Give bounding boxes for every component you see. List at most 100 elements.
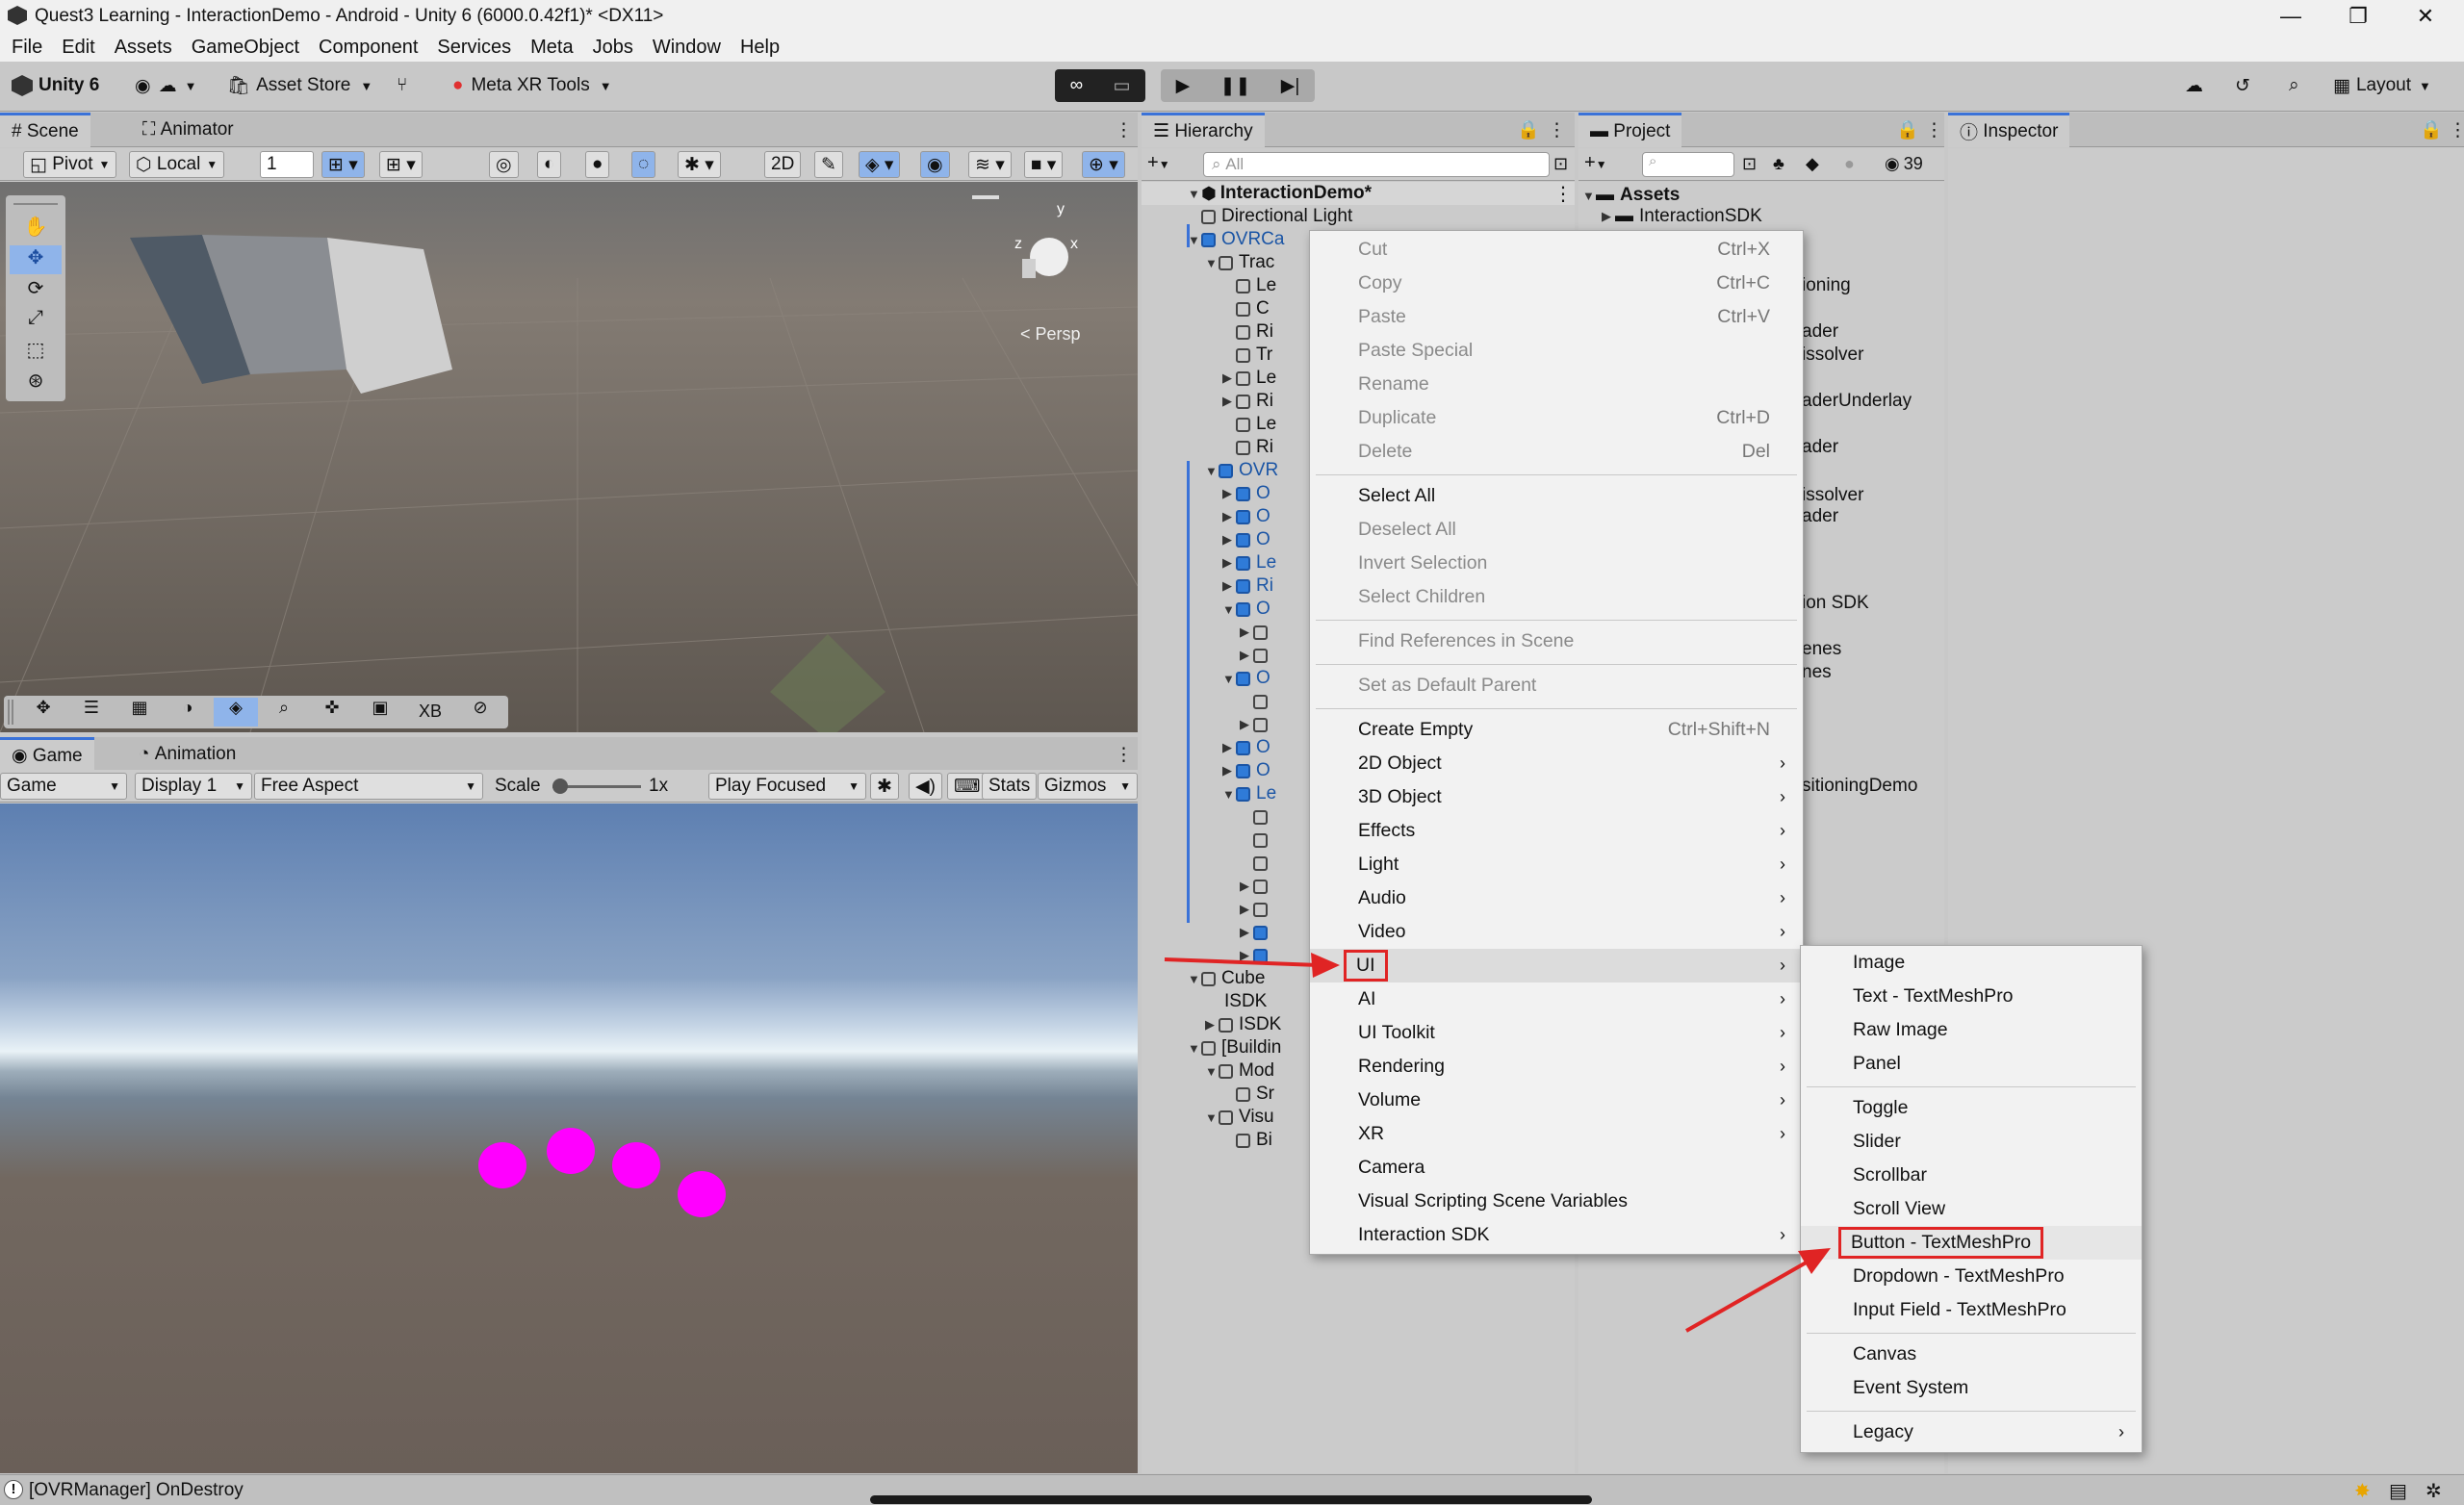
account-dropdown[interactable]: ◉ ☁ ▼	[135, 69, 196, 102]
menu-item-paste[interactable]: Paste Ctrl+V	[1310, 300, 1803, 334]
project-item[interactable]: aderUnderlay	[1802, 390, 1912, 413]
layout-dropdown[interactable]: ▦ Layout ▼	[2333, 69, 2431, 102]
expand-right-icon[interactable]: ▶	[1240, 717, 1253, 732]
hierarchy-item[interactable]: ISDK	[1205, 990, 1267, 1013]
hierarchy-item[interactable]: ▶ Ri	[1222, 390, 1273, 413]
rotate-tool-button[interactable]: ⟳	[10, 276, 62, 305]
hierarchy-item[interactable]: Ri	[1222, 320, 1273, 344]
menu-item-cut[interactable]: Cut Ctrl+X	[1310, 233, 1803, 267]
hierarchy-search-input[interactable]: ⌕ All	[1203, 152, 1550, 177]
menu-item-create-empty[interactable]: Create Empty Ctrl+Shift+N	[1310, 713, 1803, 747]
project-item[interactable]: issolver	[1802, 484, 1863, 507]
scene-menu-button[interactable]: ⋮	[1553, 182, 1573, 206]
create-button[interactable]: +▼	[1147, 152, 1170, 174]
scene-orientation-gizmo[interactable]: y z x	[1001, 201, 1116, 307]
overlay-grip[interactable]	[8, 700, 13, 725]
hierarchy-item[interactable]	[1240, 805, 1273, 829]
project-item[interactable]: ader	[1802, 320, 1838, 344]
pivot-dropdown[interactable]: ◱ Pivot ▼	[23, 151, 117, 178]
display-dropdown[interactable]: Display 1 ▼	[135, 773, 252, 800]
game-menu-button[interactable]: ⋮	[1103, 737, 1144, 772]
menu-item-xr[interactable]: XR ›	[1310, 1117, 1803, 1151]
assets-root-row[interactable]: ▼ ▬ Assets	[1582, 184, 1680, 207]
scene-root-row[interactable]: ▼ ⬢ InteractionDemo*	[1188, 182, 1372, 205]
version-control-button[interactable]: ⑂	[397, 69, 407, 102]
hierarchy-item[interactable]: Ri	[1222, 436, 1273, 459]
meta-xr-tools-dropdown[interactable]: ● Meta XR Tools ▼	[452, 69, 612, 102]
cache-server-icon[interactable]: ▤	[2389, 1479, 2407, 1503]
hand-tool-button[interactable]: ✋	[10, 215, 62, 243]
menu-item-video[interactable]: Video ›	[1310, 915, 1803, 949]
menu-item-ui[interactable]: UI ›	[1310, 949, 1803, 982]
hierarchy-item[interactable]: ▶	[1240, 713, 1273, 736]
overlay-menu-handle[interactable]	[972, 195, 999, 199]
expand-right-icon[interactable]: ▶	[1240, 879, 1253, 894]
menu-item-find-references-in-scene[interactable]: Find References in Scene	[1310, 625, 1803, 658]
cloud-services-button[interactable]: ☁	[2185, 69, 2203, 102]
progress-spinner-icon[interactable]: ✲	[2426, 1479, 2442, 1503]
hierarchy-item[interactable]: ▶ O	[1222, 736, 1270, 759]
menu-item-input-field-textmeshpro[interactable]: Input Field - TextMeshPro	[1801, 1293, 2142, 1327]
menu-item-button-textmeshpro[interactable]: Button - TextMeshPro	[1801, 1226, 2142, 1260]
grid-snap-toggle[interactable]: ⊞ ▾	[321, 151, 365, 178]
menu-help[interactable]: Help	[740, 37, 780, 59]
expand-right-icon[interactable]: ▶	[1205, 1017, 1219, 1033]
menu-item-light[interactable]: Light ›	[1310, 848, 1803, 881]
menu-item-camera[interactable]: Camera	[1310, 1151, 1803, 1185]
local-dropdown[interactable]: ⬡ Local ▼	[129, 151, 225, 178]
expand-right-icon[interactable]: ▶	[1240, 625, 1253, 640]
hierarchy-item[interactable]: ▶ O	[1222, 759, 1270, 782]
layers-dropdown[interactable]: ≋ ▾	[968, 151, 1012, 178]
project-item[interactable]: ader	[1802, 436, 1838, 459]
hierarchy-item[interactable]: Tr	[1222, 344, 1272, 367]
scene-viewport[interactable]: y z x < Persp ✋ ✥ ⟳ ⤢ ⬚ ⊛ ✥ ☰ ▦ ◑ ◈ ⌕ ✜ …	[0, 182, 1138, 732]
menu-item-2d-object[interactable]: 2D Object ›	[1310, 747, 1803, 780]
menu-item-raw-image[interactable]: Raw Image	[1801, 1013, 2142, 1047]
tag-filter-button[interactable]: ◆	[1806, 154, 1819, 174]
hierarchy-item[interactable]: ▼ OVR	[1205, 459, 1278, 482]
expand-down-icon[interactable]: ▼	[1205, 256, 1219, 270]
expand-down-icon[interactable]: ▼	[1188, 1041, 1201, 1056]
menu-item-select-children[interactable]: Select Children	[1310, 580, 1803, 614]
align-button[interactable]: ☰	[69, 698, 114, 727]
pause-button[interactable]: ❚❚	[1220, 75, 1251, 97]
debug-toggle[interactable]: ✱	[870, 773, 899, 800]
play-button[interactable]: ▶	[1176, 75, 1191, 97]
favorites-button[interactable]: ●	[1844, 154, 1855, 174]
hierarchy-item[interactable]: ▶	[1240, 944, 1273, 967]
aspect-dropdown[interactable]: Free Aspect ▼	[254, 773, 483, 800]
hierarchy-item[interactable]: ▼ Visu	[1205, 1106, 1274, 1129]
inspector-menu-button[interactable]: ⋮	[2437, 113, 2464, 147]
project-item[interactable]: nes	[1802, 661, 1832, 684]
scene-menu-button[interactable]: ⋮	[1103, 113, 1144, 147]
menu-item-volume[interactable]: Volume ›	[1310, 1084, 1803, 1117]
tab-scene[interactable]: # Scene	[0, 113, 90, 147]
hierarchy-item[interactable]: ▶	[1240, 921, 1273, 944]
hidden-packages-button[interactable]: ◉ 39	[1885, 154, 1923, 174]
hierarchy-item[interactable]: ▶ Le	[1222, 367, 1276, 390]
meta-link-toggle[interactable]: ∞ ▭	[1055, 69, 1145, 102]
hierarchy-item[interactable]: Le	[1222, 274, 1276, 297]
hierarchy-item[interactable]: ▶ Le	[1222, 551, 1276, 574]
menu-item-ui-toolkit[interactable]: UI Toolkit ›	[1310, 1016, 1803, 1050]
expand-right-icon[interactable]: ▶	[1222, 532, 1236, 548]
menu-item-scrollbar[interactable]: Scrollbar	[1801, 1159, 2142, 1192]
hierarchy-item[interactable]: Directional Light	[1188, 205, 1352, 228]
expand-down-icon[interactable]: ▼	[1222, 672, 1236, 686]
menu-item-slider[interactable]: Slider	[1801, 1125, 2142, 1159]
overlay-handle[interactable]	[13, 203, 58, 205]
menu-item-audio[interactable]: Audio ›	[1310, 881, 1803, 915]
hierarchy-item[interactable]: Le	[1222, 413, 1276, 436]
tab-project[interactable]: ▬ Project	[1578, 113, 1682, 147]
maximize-button[interactable]: ❐	[2329, 0, 2387, 33]
hierarchy-item[interactable]: ▶	[1240, 898, 1273, 921]
surface-snap-button[interactable]: ◈	[214, 698, 258, 727]
project-item[interactable]: ion SDK	[1802, 592, 1869, 615]
rect-tool-button[interactable]: ⬚	[10, 338, 62, 367]
shading-unlit-button[interactable]: ◌	[631, 151, 656, 178]
menu-edit[interactable]: Edit	[62, 37, 94, 59]
game-viewport[interactable]	[0, 804, 1138, 1473]
menu-item-panel[interactable]: Panel	[1801, 1047, 2142, 1081]
menu-item-select-all[interactable]: Select All	[1310, 479, 1803, 513]
hierarchy-item[interactable]	[1240, 690, 1273, 713]
